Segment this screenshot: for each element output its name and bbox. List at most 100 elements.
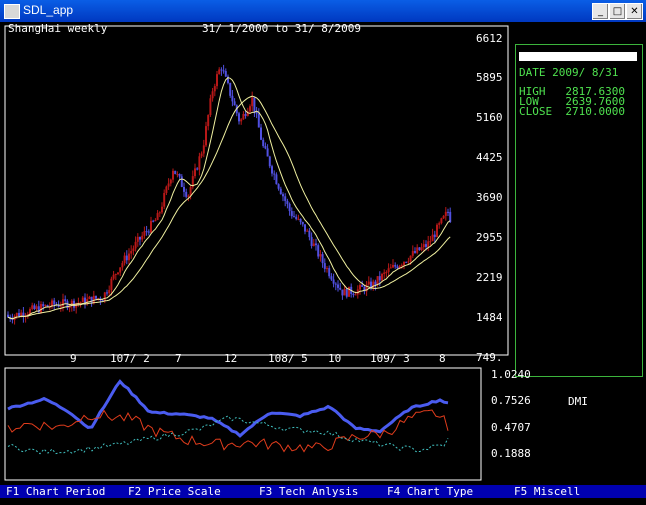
indicator-scale-label: 0.7526 xyxy=(491,394,531,407)
date-label: 9 xyxy=(70,352,77,365)
candlestick xyxy=(319,250,322,262)
candlestick xyxy=(286,198,289,209)
app-icon xyxy=(4,4,20,19)
candlestick xyxy=(297,214,300,221)
candlestick xyxy=(339,282,342,291)
candlestick xyxy=(383,269,386,279)
candlestick xyxy=(266,144,269,157)
candlestick xyxy=(51,298,53,309)
candlestick xyxy=(429,236,432,246)
candlestick xyxy=(273,170,276,181)
function-key-bar: F1 Chart Period F2 Price Scale F3 Tech A… xyxy=(0,485,646,498)
candlestick xyxy=(253,97,256,117)
candlestick xyxy=(438,221,441,229)
f1-chart-period-key[interactable]: F1 Chart Period xyxy=(6,485,105,498)
window-title: SDL_app xyxy=(23,3,74,17)
candlestick xyxy=(255,106,258,119)
f4-chart-type-key[interactable]: F4 Chart Type xyxy=(387,485,473,498)
candlestick xyxy=(442,215,445,220)
candlestick xyxy=(372,279,375,291)
date-label: 12 xyxy=(224,352,238,365)
date-label: 10 xyxy=(328,352,342,365)
date-label: 108/ 5 xyxy=(268,352,308,365)
minimize-button[interactable]: _ xyxy=(592,3,609,20)
f5-miscellaneous-key[interactable]: F5 Miscell xyxy=(514,485,580,498)
candlestick xyxy=(161,202,163,215)
candlestick xyxy=(231,89,234,107)
candlestick xyxy=(444,207,447,221)
candlestick xyxy=(147,229,150,236)
candlestick xyxy=(242,111,245,120)
candlestick xyxy=(436,223,438,238)
dmi-main-line xyxy=(7,379,449,438)
candlestick xyxy=(178,173,181,179)
indicator-scale-label: 1.0240 xyxy=(491,368,531,381)
price-label: 3690 xyxy=(476,191,503,204)
candlestick xyxy=(40,301,42,314)
candlestick xyxy=(264,142,267,150)
candlestick xyxy=(22,306,25,323)
f3-tech-analysis-key[interactable]: F3 Tech Anlysis xyxy=(259,485,358,498)
candlestick xyxy=(389,263,392,269)
candlestick xyxy=(7,311,9,318)
candlestick xyxy=(299,218,302,225)
candlestick xyxy=(185,188,188,199)
candlestick xyxy=(279,186,282,195)
candlestick xyxy=(304,224,306,235)
price-label: 1484 xyxy=(476,311,503,324)
candlestick xyxy=(251,91,254,112)
candlestick xyxy=(141,231,144,242)
candlestick xyxy=(84,293,86,309)
f2-price-scale-key[interactable]: F2 Price Scale xyxy=(128,485,221,498)
candlestick xyxy=(183,182,185,197)
date-label: 8 xyxy=(439,352,446,365)
info-close: CLOSE 2710.0000 xyxy=(519,105,625,118)
candlestick xyxy=(385,270,388,278)
candlestick xyxy=(394,262,397,269)
candlestick xyxy=(233,98,236,106)
candlestick xyxy=(119,267,122,277)
candlestick xyxy=(62,293,64,312)
candlestick xyxy=(121,260,124,271)
candlestick xyxy=(328,265,331,279)
candlestick xyxy=(57,300,60,308)
candlestick xyxy=(275,172,278,185)
window-titlebar[interactable]: SDL_app _ □ ✕ xyxy=(0,0,646,22)
candlestick xyxy=(194,163,196,179)
candlestick xyxy=(284,193,287,207)
candlestick xyxy=(334,282,337,291)
candlestick xyxy=(345,287,348,299)
chart-date-range: 31/ 1/2000 to 31/ 8/2009 xyxy=(202,22,361,35)
candlestick xyxy=(268,155,271,169)
price-label: 749. xyxy=(476,351,503,364)
candlestick xyxy=(117,272,119,276)
candlestick xyxy=(198,152,201,176)
candlestick xyxy=(167,178,170,190)
candlestick xyxy=(216,70,218,90)
candlestick xyxy=(326,266,328,273)
candlestick xyxy=(172,168,174,183)
candlestick xyxy=(132,245,135,256)
candlestick xyxy=(200,151,203,159)
candlestick xyxy=(301,221,304,227)
close-button[interactable]: ✕ xyxy=(626,3,643,20)
chart-title: ShangHai weekly xyxy=(8,22,108,35)
candlestick xyxy=(293,211,295,218)
date-label: 109/ 3 xyxy=(370,352,410,365)
maximize-button[interactable]: □ xyxy=(609,3,626,20)
indicator-scale-label: 0.1888 xyxy=(491,447,531,460)
candlestick xyxy=(18,308,20,318)
candlestick xyxy=(359,283,361,295)
candlestick xyxy=(180,174,183,188)
candlestick xyxy=(337,280,339,292)
candlestick xyxy=(407,257,410,264)
price-label: 2955 xyxy=(476,231,503,244)
candlestick xyxy=(130,245,133,259)
candlestick xyxy=(143,226,146,239)
candlestick xyxy=(332,273,335,288)
candlestick xyxy=(392,259,394,269)
candlestick xyxy=(24,312,27,323)
candlestick xyxy=(174,170,177,175)
candlestick xyxy=(37,300,40,314)
candlestick xyxy=(13,314,16,325)
